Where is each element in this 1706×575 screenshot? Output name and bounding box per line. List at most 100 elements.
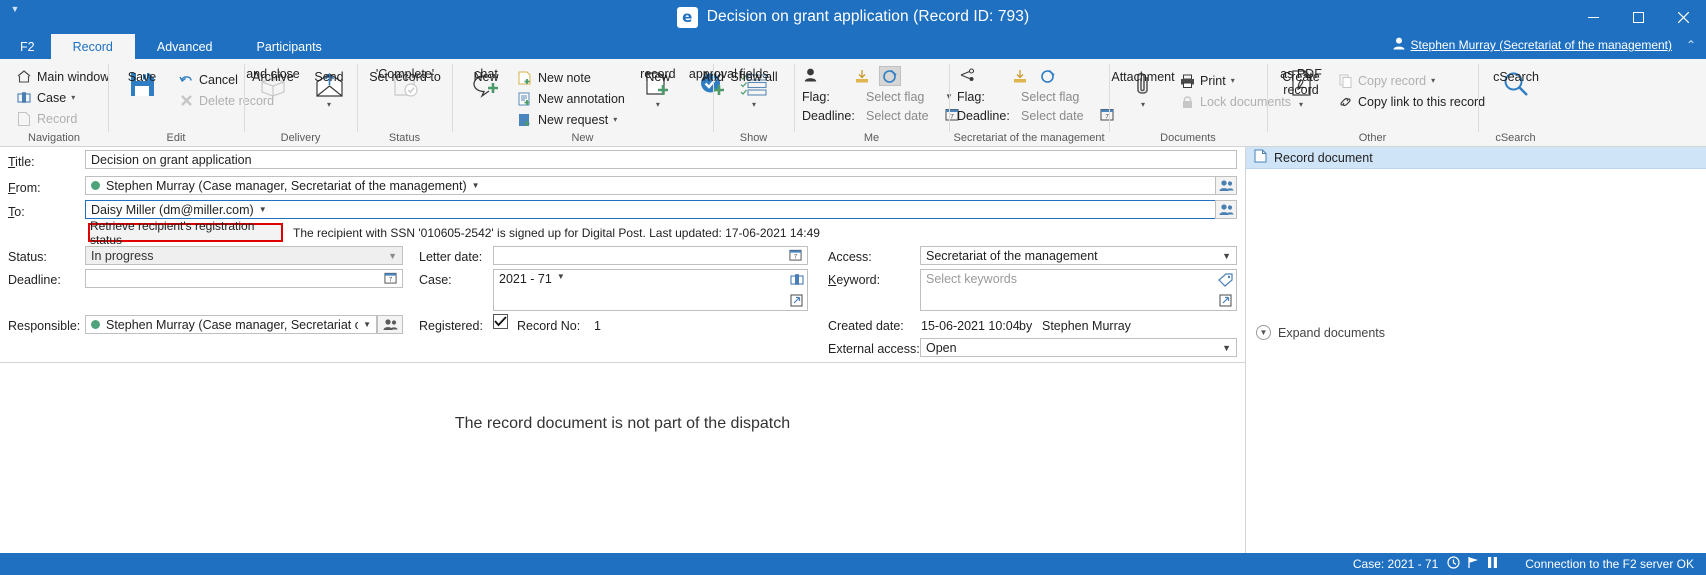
case-expand-button[interactable] (785, 290, 808, 311)
retrieve-registration-status-button[interactable]: Retrieve recipient's registration status (88, 223, 283, 242)
ribbon-group-status: Set record to 'Complete' Status (357, 59, 452, 146)
me-deadline-value[interactable]: Select date (866, 109, 938, 123)
copy-link-button[interactable]: Copy link to this record (1335, 92, 1489, 111)
maximize-icon[interactable] (1616, 0, 1661, 34)
main-area: Title: Decision on grant application Fro… (0, 147, 1706, 553)
chevron-down-icon[interactable]: ▾ (1231, 76, 1235, 85)
attachment-button[interactable]: Attachment ▾ (1117, 66, 1169, 111)
chevron-down-icon[interactable]: ▾ (1141, 98, 1145, 111)
group-label-csearch: cSearch (1478, 131, 1553, 146)
chevron-down-icon[interactable]: ▼ (259, 205, 267, 214)
chevron-down-icon[interactable]: ▾ (613, 115, 617, 124)
case-button[interactable]: Case ▾ (14, 88, 113, 107)
window-controls (1571, 0, 1706, 34)
unit-flag-head (957, 65, 1059, 87)
keyword-input[interactable]: Select keywords (920, 269, 1237, 311)
save-button[interactable]: Save (116, 66, 168, 98)
unit-flag-label: Flag: (957, 90, 1014, 104)
me-flag-icon[interactable] (851, 66, 873, 86)
main-window-button[interactable]: Main window (14, 67, 113, 86)
me-flag-row: Flag: Select flag ▼ (802, 87, 953, 106)
registered-checkbox[interactable] (493, 314, 508, 329)
status-select[interactable]: In progress ▼ (85, 246, 403, 265)
unit-flag-value[interactable]: Select flag (1021, 90, 1093, 104)
csearch-label: cSearch (1493, 71, 1539, 84)
save-label: Save (128, 71, 157, 84)
new-annotation-button[interactable]: New annotation (515, 89, 629, 108)
title-input[interactable]: Decision on grant application (85, 150, 1237, 169)
responsible-input[interactable]: Stephen Murray (Case manager, Secretaria… (85, 315, 377, 334)
csearch-button[interactable]: cSearch (1490, 66, 1542, 98)
chevron-down-icon[interactable]: ▼ (388, 251, 397, 261)
access-select[interactable]: Secretariat of the management ▼ (920, 246, 1237, 265)
status-field-label: Status: (8, 250, 47, 264)
tab-participants[interactable]: Participants (235, 34, 344, 59)
unit-deadline-value[interactable]: Select date (1021, 109, 1093, 123)
created-by-value: Stephen Murray (1042, 319, 1131, 333)
external-access-select[interactable]: Open ▼ (920, 338, 1237, 357)
created-date-label: Created date: (828, 319, 904, 333)
responsible-picker-button[interactable] (377, 315, 403, 334)
minimize-icon[interactable] (1571, 0, 1616, 34)
copy-record-label: Copy record (1358, 74, 1426, 88)
me-flag-head (802, 65, 901, 87)
deadline-input[interactable]: 7 (85, 269, 403, 288)
link-icon (1337, 94, 1353, 110)
to-input[interactable]: Daisy Miller (dm@miller.com) ▼ (85, 200, 1237, 219)
chevron-down-icon[interactable]: ▼ (557, 272, 565, 281)
chevron-down-icon[interactable]: ▾ (71, 93, 75, 102)
me-flag-value[interactable]: Select flag (866, 90, 938, 104)
chevron-down-icon[interactable]: ▾ (752, 98, 756, 111)
from-input[interactable]: Stephen Murray (Case manager, Secretaria… (85, 176, 1237, 195)
case-input[interactable]: 2021 - 71 ▼ (493, 269, 808, 311)
pause-icon[interactable] (1487, 556, 1498, 572)
ribbon-tabs: F2 Record Advanced Participants Stephen … (0, 34, 1706, 59)
case-picker-button[interactable] (785, 269, 808, 290)
title-label-rest: itle: (15, 155, 34, 169)
unit-deadline-icon[interactable] (1037, 66, 1059, 86)
ribbon-group-csearch: cSearch cSearch (1478, 59, 1553, 146)
keyword-expand-button[interactable] (1214, 290, 1237, 311)
from-participants-button[interactable] (1215, 176, 1237, 195)
me-deadline-icon[interactable] (879, 66, 901, 86)
chevron-down-icon[interactable]: ▾ (327, 98, 331, 111)
create-record-as-pdf-button[interactable]: Create record as PDF ▾ (1275, 66, 1327, 111)
tab-record[interactable]: Record (51, 34, 135, 59)
to-participants-button[interactable] (1215, 200, 1237, 219)
letter-date-input[interactable]: 7 (493, 246, 808, 265)
new-record-button[interactable]: New record ▾ (632, 66, 684, 111)
chevron-down-icon[interactable]: ▾ (1299, 98, 1303, 111)
new-note-button[interactable]: New note (515, 68, 629, 87)
new-chat-button[interactable]: New chat (460, 66, 512, 98)
new-request-button[interactable]: New request ▾ (515, 110, 629, 129)
chevron-up-icon[interactable]: ⌃ (1686, 38, 1696, 52)
chevron-down-icon[interactable]: ▼ (1222, 251, 1231, 261)
send-button[interactable]: Send ▾ (303, 66, 355, 111)
calendar-icon[interactable]: 7 (789, 248, 802, 264)
chevron-down-icon[interactable]: ▼ (472, 181, 480, 190)
quick-access-toolbar-icon[interactable]: ▼ (6, 2, 24, 16)
expand-documents-button[interactable]: ▼ Expand documents (1256, 325, 1385, 340)
registration-status-message: The recipient with SSN '010605-2542' is … (293, 226, 820, 240)
keyword-picker-button[interactable] (1214, 269, 1237, 290)
unit-deadline-label: Deadline: (957, 109, 1014, 123)
calendar-icon[interactable]: 7 (384, 271, 397, 287)
tab-f2[interactable]: F2 (0, 34, 51, 59)
documents-panel: Record document ▼ Expand documents (1246, 147, 1706, 553)
to-field-label: To: (8, 205, 25, 219)
unit-flag-icon[interactable] (1009, 66, 1031, 86)
tab-advanced[interactable]: Advanced (135, 34, 235, 59)
copy-record-button: Copy record ▾ (1335, 71, 1489, 90)
show-all-fields-button[interactable]: Show all fields ▾ (728, 66, 780, 111)
chevron-down-icon[interactable]: ▼ (1222, 343, 1231, 353)
flag-icon[interactable] (1467, 556, 1480, 572)
ribbon-group-edit: Save Cancel Delete record (108, 59, 244, 146)
close-icon[interactable] (1661, 0, 1706, 34)
clock-icon[interactable] (1447, 556, 1460, 572)
chevron-down-icon[interactable]: ▾ (656, 98, 660, 111)
ribbon-group-new: New chat New note New annotation (452, 59, 713, 146)
chevron-down-icon[interactable]: ▼ (363, 320, 371, 329)
current-user-link[interactable]: Stephen Murray (Secretariat of the manag… (1393, 37, 1672, 53)
record-document-item[interactable]: Record document (1246, 147, 1706, 169)
me-deadline-label: Deadline: (802, 109, 859, 123)
